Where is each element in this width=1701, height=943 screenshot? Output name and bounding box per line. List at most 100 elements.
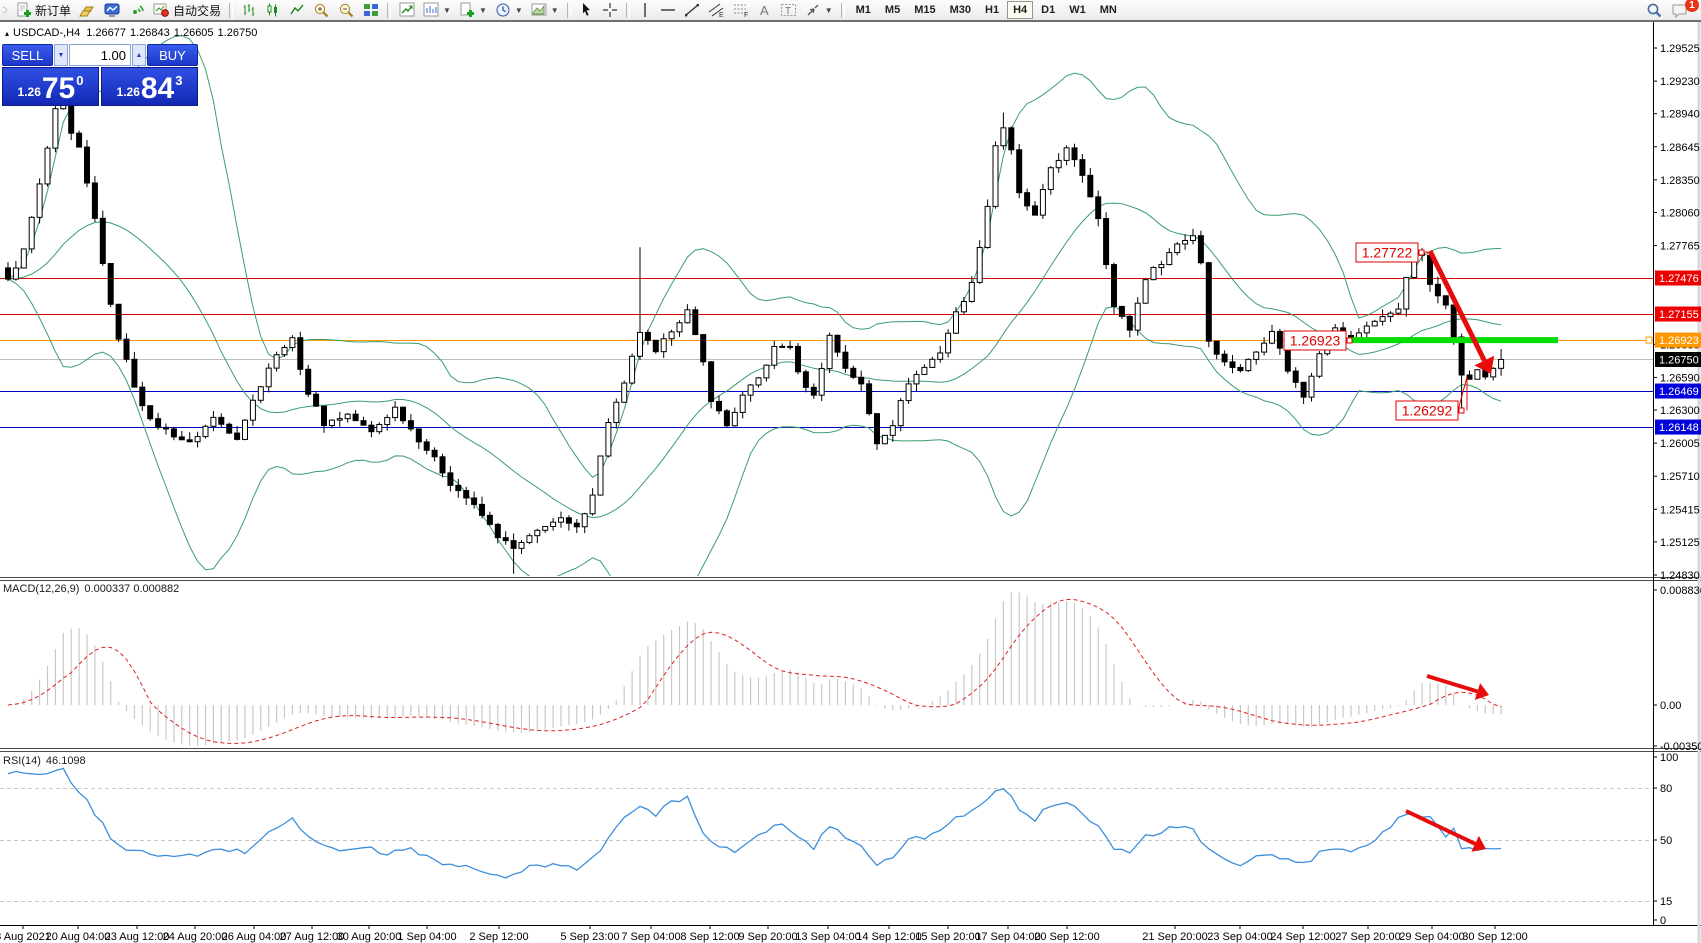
arrow-shaft xyxy=(1430,251,1484,361)
timeframe-d1[interactable]: D1 xyxy=(1035,1,1061,19)
timeframe-m15[interactable]: M15 xyxy=(908,1,941,19)
dropdown-caret-icon: ▼ xyxy=(825,6,833,15)
bull-candle xyxy=(732,412,737,425)
bear-candle xyxy=(1443,296,1448,305)
time-tick-label: 5 Sep 23:00 xyxy=(560,931,619,943)
horizontal-line-icon xyxy=(660,3,676,17)
line-handle[interactable] xyxy=(1646,337,1652,343)
price-tick-label: 1.24830 xyxy=(1660,570,1700,582)
buy-button[interactable]: BUY xyxy=(147,44,198,66)
bull-candle xyxy=(1040,190,1045,216)
signal-button[interactable] xyxy=(125,1,149,19)
zoom-out-button[interactable] xyxy=(334,1,359,19)
macd-title: MACD(12,26,9) xyxy=(3,583,79,595)
horizontal-line-button[interactable] xyxy=(656,1,680,19)
vertical-line-button[interactable] xyxy=(634,1,656,19)
bear-candle xyxy=(227,424,232,433)
crosshair-icon xyxy=(602,2,618,18)
time-tick-label: 17 Sep 04:00 xyxy=(975,931,1040,943)
timeframe-m5[interactable]: M5 xyxy=(879,1,906,19)
market-watch-button[interactable] xyxy=(100,1,125,19)
bear-candle xyxy=(148,406,153,419)
price-tick-label: 1.28350 xyxy=(1660,175,1700,187)
bull-candle xyxy=(282,347,287,354)
trendline-button[interactable] xyxy=(680,1,704,19)
symbol-header: ▴ USDCAD-,H4 1.26677 1.26843 1.26605 1.2… xyxy=(5,27,257,39)
volume-increase-button[interactable]: ▲ xyxy=(132,44,146,66)
timeframe-mn[interactable]: MN xyxy=(1094,1,1123,19)
volume-input[interactable]: 1.00 xyxy=(69,44,131,66)
gold-button[interactable] xyxy=(75,1,100,19)
notifications-button[interactable]: 1 xyxy=(1667,1,1693,19)
clock-button[interactable]: ▼ xyxy=(491,1,527,19)
time-tick-label: 9 Sep 20:00 xyxy=(738,931,797,943)
bull-candle xyxy=(1159,265,1164,268)
timeframe-m30[interactable]: M30 xyxy=(944,1,977,19)
time-tick-label: 7 Sep 04:00 xyxy=(621,931,680,943)
bear-candle xyxy=(1293,371,1298,382)
price-annotation-label[interactable]: 1.26923 xyxy=(1284,331,1352,350)
line-chart-button[interactable] xyxy=(285,1,309,19)
bull-candle xyxy=(1135,303,1140,330)
bear-candle xyxy=(574,523,579,527)
price-annotation-label[interactable]: 1.27722 xyxy=(1356,243,1428,262)
bear-candle xyxy=(867,384,872,414)
price-annotation-label[interactable]: 1.26292 xyxy=(1396,377,1467,420)
price-badge-label: 1.26750 xyxy=(1659,354,1699,366)
cursor-button[interactable] xyxy=(575,1,598,19)
equidistant-channel-button[interactable]: E xyxy=(704,1,729,19)
time-tick-label: 23 Aug 12:00 xyxy=(105,931,170,943)
crosshair-button[interactable] xyxy=(598,1,622,19)
sell-price-display[interactable]: 1.26 75 0 xyxy=(2,67,99,106)
zoom-out-icon xyxy=(338,2,355,19)
new-order-button[interactable]: 新订单 xyxy=(12,1,75,19)
bear-candle xyxy=(424,442,429,450)
search-button[interactable] xyxy=(1642,1,1667,19)
zoom-in-button[interactable] xyxy=(309,1,334,19)
indicators-button[interactable] xyxy=(395,1,419,19)
ohlc-low: 1.26605 xyxy=(174,27,214,39)
bear-candle xyxy=(156,419,161,428)
fibonacci-button[interactable]: F xyxy=(729,1,754,19)
bull-candle xyxy=(764,365,769,378)
timeframe-m1[interactable]: M1 xyxy=(850,1,877,19)
red-trend-arrow[interactable] xyxy=(1406,811,1486,852)
bear-candle xyxy=(487,515,492,524)
candle-chart-button[interactable] xyxy=(261,1,285,19)
bar-chart-button[interactable] xyxy=(237,1,261,19)
bull-candle xyxy=(1317,354,1322,376)
bull-candle xyxy=(203,426,208,436)
bear-candle xyxy=(1088,175,1093,196)
bear-candle xyxy=(100,218,105,263)
bear-candle xyxy=(693,310,698,335)
red-trend-arrow[interactable] xyxy=(1427,676,1489,700)
clipped-edge-icon xyxy=(2,1,12,19)
timeframe-w1[interactable]: W1 xyxy=(1063,1,1092,19)
timeframe-h1[interactable]: H1 xyxy=(979,1,1005,19)
chart-shift-button[interactable]: ▼ xyxy=(527,1,563,19)
bear-candle xyxy=(456,485,461,490)
bear-candle xyxy=(835,335,840,352)
bear-candle xyxy=(851,368,856,377)
arrows-button[interactable]: ▼ xyxy=(801,1,837,19)
auto-trading-button[interactable]: 自动交易 xyxy=(149,1,225,19)
volume-decrease-button[interactable]: ▼ xyxy=(54,44,68,66)
templates-button[interactable]: ▼ xyxy=(455,1,491,19)
price-tick-label: 1.29525 xyxy=(1660,43,1700,55)
rsi-title: RSI(14) xyxy=(3,755,41,767)
sell-button[interactable]: SELL xyxy=(2,44,53,66)
timeframe-h4[interactable]: H4 xyxy=(1007,1,1033,19)
text-button[interactable]: A xyxy=(754,1,776,19)
timeframe-group: M1M5M15M30H1H4D1W1MN xyxy=(849,1,1124,19)
chart-canvas[interactable]: 1.277221.269231.262921.295251.292301.289… xyxy=(0,0,1701,943)
tile-windows-button[interactable] xyxy=(359,1,383,19)
bear-candle xyxy=(164,427,169,429)
buy-price-display[interactable]: 1.26 84 3 xyxy=(101,67,198,106)
fibonacci-icon: F xyxy=(733,2,750,18)
bull-candle xyxy=(559,518,564,522)
macd-values: 0.000337 0.000882 xyxy=(84,583,179,595)
periods-button[interactable]: ▼ xyxy=(419,1,455,19)
text-label-button[interactable]: T xyxy=(776,1,801,19)
bear-candle xyxy=(653,340,658,351)
dropdown-caret-icon: ▼ xyxy=(479,6,487,15)
